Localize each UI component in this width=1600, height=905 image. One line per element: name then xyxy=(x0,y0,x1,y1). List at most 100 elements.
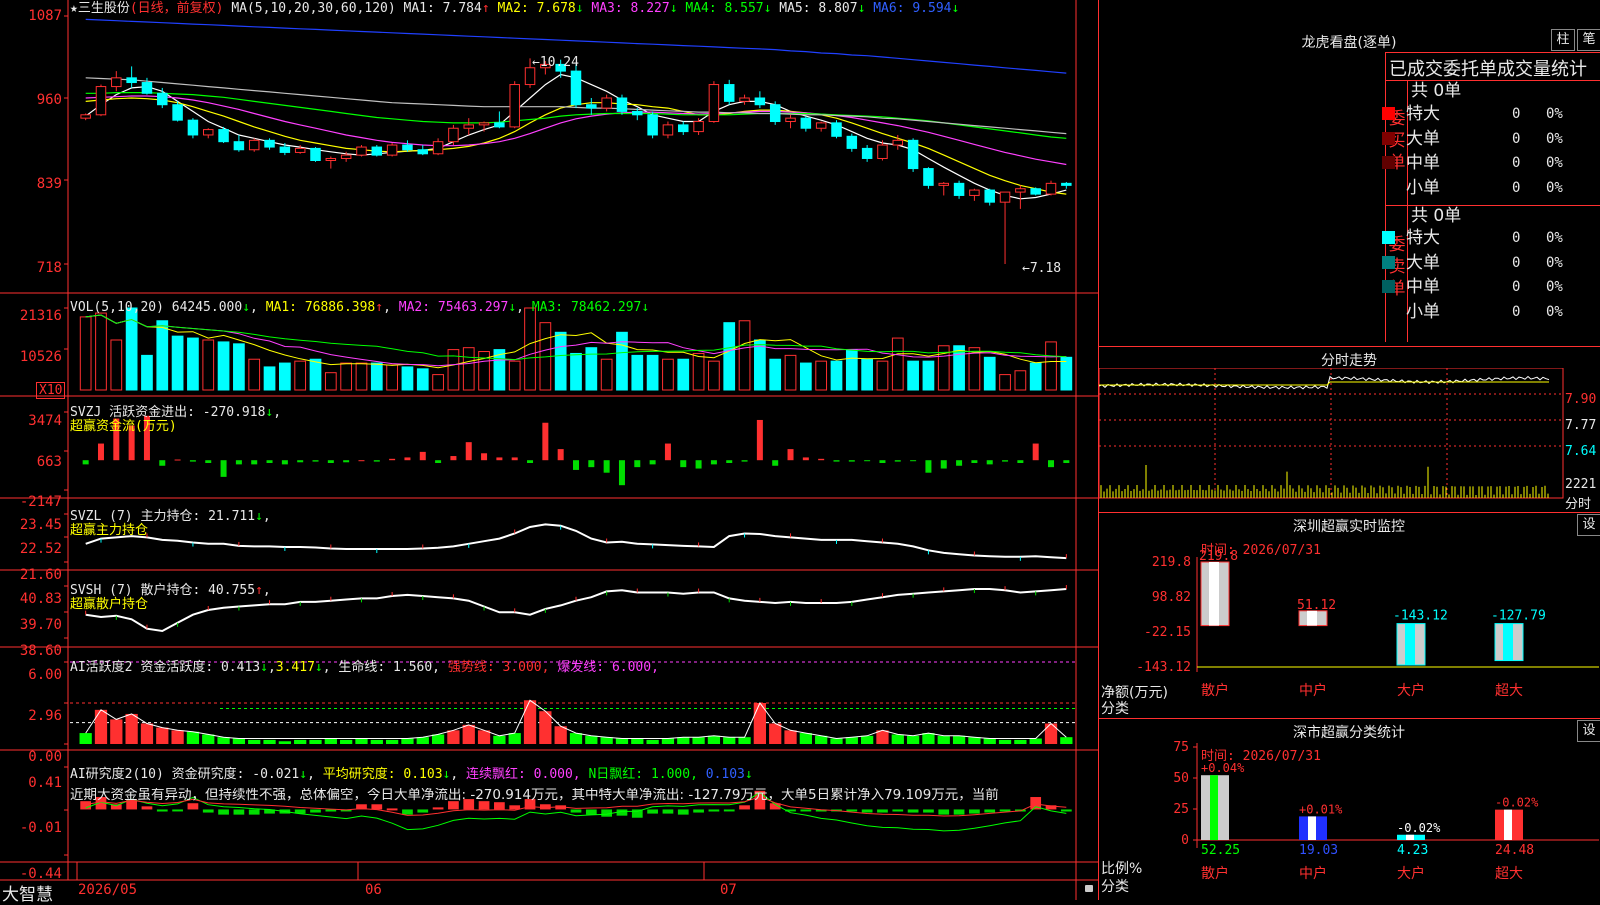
ai-research-bar xyxy=(448,801,459,810)
ai-active-bar xyxy=(1014,739,1027,744)
date-tick-1: 06 xyxy=(365,882,382,898)
lock-icon[interactable] xyxy=(1085,885,1093,892)
stock-name: 三生股份 xyxy=(77,1,130,16)
volume-bar xyxy=(570,352,582,391)
chart-canvas[interactable] xyxy=(0,0,1098,900)
order-count: 0 xyxy=(1512,230,1521,246)
candle xyxy=(233,134,245,152)
ma6-value: MA6: 9.594 xyxy=(873,1,952,16)
ai-active-bar xyxy=(998,739,1012,744)
high-label: ←10.24 xyxy=(532,55,579,70)
volume-bar xyxy=(799,362,812,391)
volume-bar xyxy=(508,360,521,391)
stock-star: ★ xyxy=(70,1,78,16)
volume-bar xyxy=(416,368,429,391)
monitor-value-label: -143.12 xyxy=(1393,609,1448,624)
volume-bar xyxy=(110,339,123,391)
order-count: 0 xyxy=(1512,179,1521,196)
volume-bar xyxy=(294,360,307,391)
ai-research-bar xyxy=(494,802,505,810)
svzj-bar xyxy=(389,458,396,461)
svzj-bar xyxy=(97,443,104,461)
order-count: 0 xyxy=(1512,155,1521,171)
volume-bar xyxy=(141,354,153,391)
svzj-header: SVZJ 活跃资金进出: -270.918↓, xyxy=(70,405,282,420)
candle-body xyxy=(846,135,858,149)
y-tick-ai-0: 6.00 xyxy=(28,667,62,683)
ai-active-bar xyxy=(110,719,123,744)
svzj-bar xyxy=(373,460,380,462)
ai-active-header: AI活跃度2 资金活跃度: 0.413↓,3.417↓, 生命线: 1.560,… xyxy=(70,660,659,675)
candle xyxy=(157,87,168,109)
svzj-bar xyxy=(833,460,840,462)
ma3-arrow: ↓ xyxy=(669,1,678,16)
classify-value-label: 4.23 xyxy=(1397,843,1428,858)
candle-body xyxy=(310,147,321,161)
ai-research-red1: 连续飘红: 0.000, xyxy=(466,767,581,782)
candle xyxy=(478,121,490,132)
classify-bar xyxy=(1299,816,1327,840)
svzj-bar xyxy=(481,453,488,461)
volume-bar xyxy=(324,372,337,391)
order-count: 0 xyxy=(1512,303,1521,320)
intraday-chart[interactable] xyxy=(1099,368,1600,518)
ai-active-bar xyxy=(462,724,475,744)
tab-zhu[interactable]: 柱 xyxy=(1551,29,1575,51)
classify-category: 散户 xyxy=(1201,865,1229,882)
ai-active-bar xyxy=(631,738,644,744)
candle-body xyxy=(1015,188,1026,193)
ai-active-bar xyxy=(294,739,307,744)
ma5-arrow: ↓ xyxy=(857,1,866,16)
intraday-price-line xyxy=(1099,375,1550,390)
order-label: 特大 xyxy=(1406,228,1440,248)
candle-body xyxy=(325,157,337,161)
svzj-bar xyxy=(542,422,549,461)
svzl-sub: 超赢主力持仓 xyxy=(70,523,149,538)
y-tick-vol-1: 10526 xyxy=(19,349,62,365)
y-tick-svsh-2: 38.60 xyxy=(19,643,62,659)
date-tick-0: 2026/05 xyxy=(78,882,138,898)
chart-frame: ★三生股份(日线，前复权) MA(5,10,20,30,60,120) MA1:… xyxy=(0,0,1098,905)
y-tick-svsh-0: 40.83 xyxy=(19,591,62,607)
candle xyxy=(509,81,520,129)
svzj-bar xyxy=(986,460,993,465)
volume-bar xyxy=(907,360,919,391)
candle-body xyxy=(494,122,505,128)
monitor-bar xyxy=(1494,623,1524,662)
y-tick-svzl-0: 23.45 xyxy=(19,517,62,533)
svzj-bar xyxy=(634,460,641,468)
svzj-bar xyxy=(940,460,947,469)
tab-bi[interactable]: 笔 xyxy=(1577,29,1600,51)
candle xyxy=(386,143,398,157)
candle-body xyxy=(785,117,796,123)
ai-research-bar xyxy=(861,809,873,813)
candle xyxy=(754,91,766,109)
vol-label: VOL(5,10,20) xyxy=(70,300,164,315)
candle xyxy=(448,124,459,146)
classify-y-tick: 75 xyxy=(1173,740,1189,755)
svzj-bar xyxy=(802,457,809,461)
ai-research-bar xyxy=(708,809,720,812)
ai-active-bar xyxy=(324,738,337,744)
candle-body xyxy=(739,97,750,102)
candle-body xyxy=(708,84,720,123)
ai-research-bar xyxy=(585,809,597,815)
ai-research-bar xyxy=(417,809,429,813)
stat-title: 已成交委托单成交量统计 xyxy=(1389,59,1587,80)
order-label: 小单 xyxy=(1406,301,1440,322)
svzj-bar xyxy=(1032,443,1039,461)
candle-body xyxy=(647,114,658,136)
svzj-bar xyxy=(358,460,365,462)
ai-active-bar xyxy=(738,737,751,744)
ai-research-bar xyxy=(647,809,658,814)
svzj-bar xyxy=(327,460,334,463)
candle xyxy=(953,180,965,199)
intraday-box xyxy=(1099,346,1600,347)
candle xyxy=(494,111,505,129)
ai-active-bar xyxy=(707,735,721,744)
classify-value-label: 52.25 xyxy=(1201,843,1240,858)
ai-research-name: 资金研究度: -0.021 xyxy=(171,767,300,782)
monitor-category: 散户 xyxy=(1201,682,1229,699)
volume-bar xyxy=(1045,341,1057,391)
ai-research-v: 0.103 xyxy=(705,767,745,782)
